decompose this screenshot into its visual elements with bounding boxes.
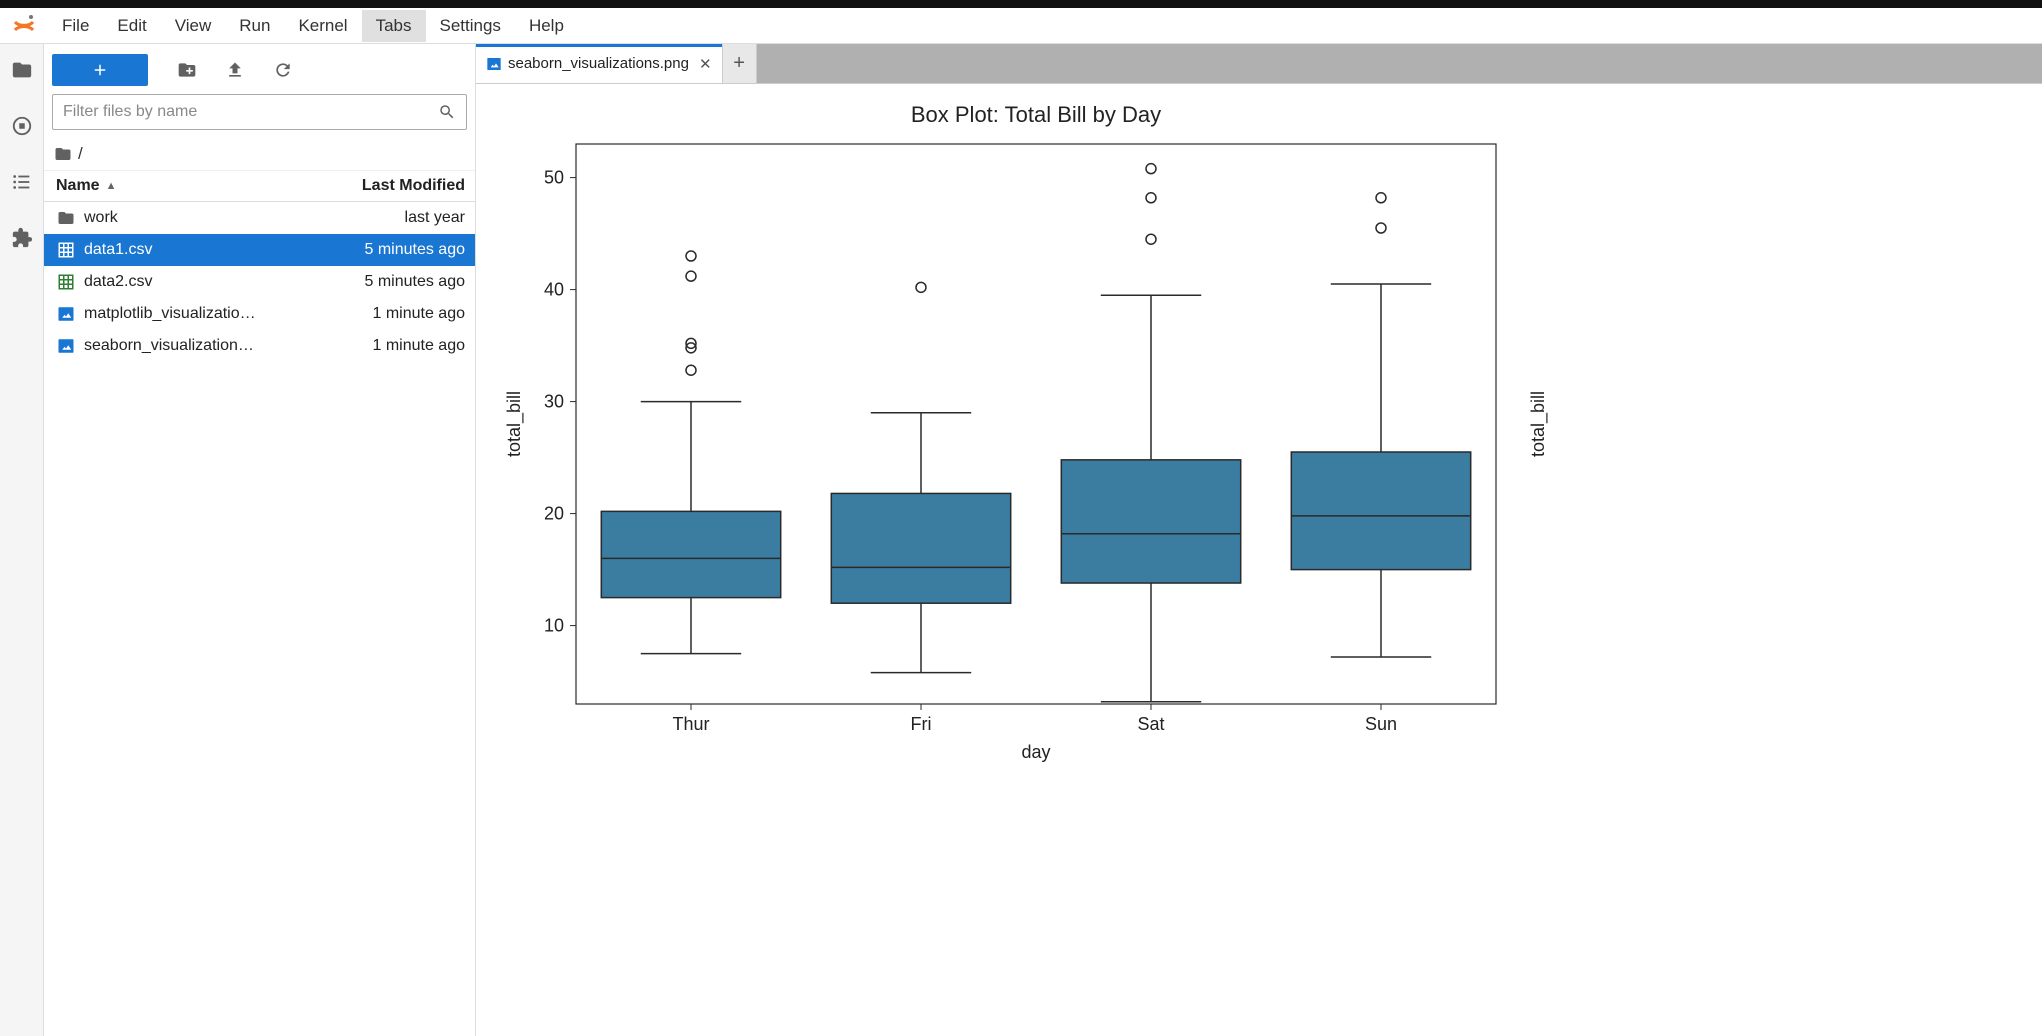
menu-edit[interactable]: Edit <box>103 10 160 42</box>
file-row-matplotlib-visualizatio-[interactable]: matplotlib_visualizatio…1 minute ago <box>44 298 475 330</box>
menu-help[interactable]: Help <box>515 10 578 42</box>
window-top-bar <box>0 0 2042 8</box>
file-list-header[interactable]: Name ▲ Last Modified <box>44 171 475 202</box>
svg-text:Sat: Sat <box>1137 714 1164 734</box>
svg-text:Sun: Sun <box>1365 714 1397 734</box>
running-icon[interactable] <box>10 114 34 138</box>
file-browser-toolbar <box>44 44 475 94</box>
svg-text:Box Plot: Total Bill by Day: Box Plot: Total Bill by Day <box>911 102 1161 127</box>
new-folder-icon[interactable] <box>176 59 198 81</box>
close-icon[interactable]: ✕ <box>699 55 712 73</box>
boxplot-chart: Box Plot: Total Bill by Day 10 20 30 40 50 tot… <box>496 94 1556 774</box>
svg-text:40: 40 <box>544 280 564 300</box>
file-modified: 1 minute ago <box>305 305 465 323</box>
file-modified: last year <box>305 209 465 227</box>
image-icon <box>56 336 76 356</box>
tab-label: seaborn_visualizations.png <box>508 55 689 72</box>
folder-icon <box>54 145 72 163</box>
sort-asc-icon: ▲ <box>106 180 117 192</box>
menu-settings[interactable]: Settings <box>426 10 515 42</box>
main-content: seaborn_visualizations.png ✕ + Box Plot:… <box>476 44 2042 1036</box>
tab-bar: seaborn_visualizations.png ✕ + <box>476 44 2042 84</box>
refresh-icon[interactable] <box>272 59 294 81</box>
breadcrumb[interactable]: / <box>44 138 475 171</box>
file-name: data2.csv <box>84 273 305 291</box>
file-row-data1-csv[interactable]: data1.csv5 minutes ago <box>44 234 475 266</box>
csv-blue-icon <box>56 240 76 260</box>
csv-green-icon <box>56 272 76 292</box>
filter-files-input[interactable] <box>63 103 438 121</box>
svg-text:50: 50 <box>544 168 564 188</box>
file-row-data2-csv[interactable]: data2.csv5 minutes ago <box>44 266 475 298</box>
file-list: worklast yeardata1.csv5 minutes agodata2… <box>44 202 475 1036</box>
new-tab-button[interactable]: + <box>723 44 757 83</box>
svg-text:total_bill: total_bill <box>1528 391 1549 457</box>
file-row-work[interactable]: worklast year <box>44 202 475 234</box>
upload-icon[interactable] <box>224 59 246 81</box>
folder-icon <box>56 208 76 228</box>
file-modified: 1 minute ago <box>305 337 465 355</box>
activity-bar <box>0 44 44 1036</box>
toc-icon[interactable] <box>10 170 34 194</box>
folder-icon[interactable] <box>10 58 34 82</box>
svg-text:Fri: Fri <box>911 714 932 734</box>
tab-seaborn-visualizations[interactable]: seaborn_visualizations.png ✕ <box>476 44 723 83</box>
menu-file[interactable]: File <box>48 10 103 42</box>
image-icon <box>56 304 76 324</box>
svg-text:10: 10 <box>544 616 564 636</box>
menu-run[interactable]: Run <box>225 10 284 42</box>
image-icon <box>486 56 502 72</box>
new-launcher-button[interactable] <box>52 54 148 86</box>
column-modified-label: Last Modified <box>305 177 465 195</box>
menubar: FileEditViewRunKernelTabsSettingsHelp <box>0 8 2042 44</box>
filter-files-box[interactable] <box>52 94 467 130</box>
file-row-seaborn-visualization-[interactable]: seaborn_visualization…1 minute ago <box>44 330 475 362</box>
menu-tabs[interactable]: Tabs <box>362 10 426 42</box>
search-icon <box>438 103 456 121</box>
file-name: work <box>84 209 305 227</box>
breadcrumb-root[interactable]: / <box>78 144 83 164</box>
file-name: matplotlib_visualizatio… <box>84 305 305 323</box>
svg-text:day: day <box>1021 742 1050 762</box>
column-name-label: Name <box>56 177 100 195</box>
file-name: data1.csv <box>84 241 305 259</box>
svg-text:Thur: Thur <box>672 714 709 734</box>
file-name: seaborn_visualization… <box>84 337 305 355</box>
svg-text:total_bill: total_bill <box>504 391 525 457</box>
file-browser-sidebar: / Name ▲ Last Modified worklast yeardata… <box>44 44 476 1036</box>
svg-text:20: 20 <box>544 504 564 524</box>
file-modified: 5 minutes ago <box>305 241 465 259</box>
image-viewer[interactable]: Box Plot: Total Bill by Day 10 20 30 40 50 tot… <box>476 84 2042 1036</box>
menu-kernel[interactable]: Kernel <box>284 10 361 42</box>
menu-view[interactable]: View <box>161 10 226 42</box>
jupyter-logo-icon <box>10 12 38 40</box>
svg-text:30: 30 <box>544 392 564 412</box>
extensions-icon[interactable] <box>10 226 34 250</box>
file-modified: 5 minutes ago <box>305 273 465 291</box>
